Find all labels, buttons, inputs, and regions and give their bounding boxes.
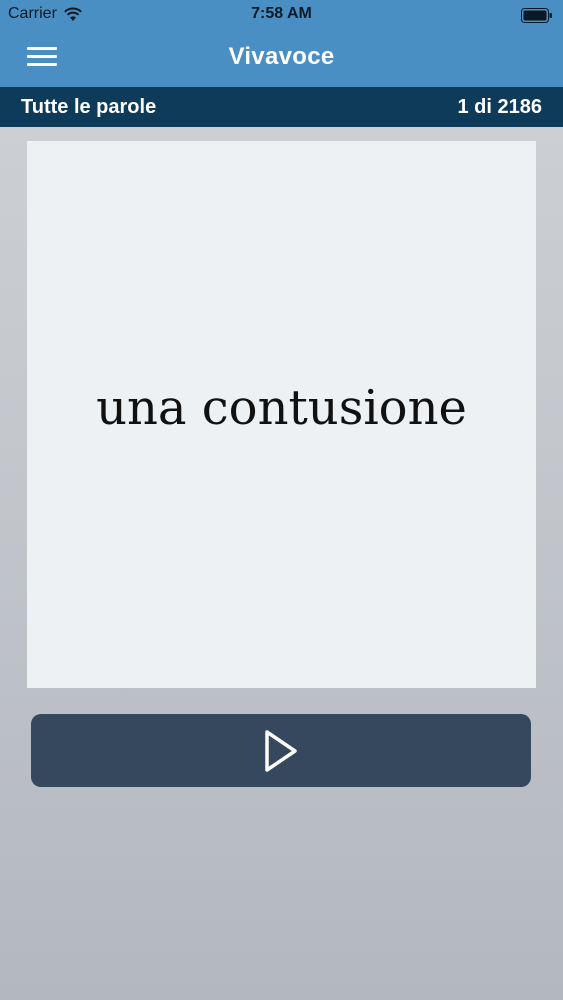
- flashcard-word: una contusione: [96, 379, 467, 436]
- play-audio-button[interactable]: [31, 714, 531, 787]
- battery-icon: [521, 8, 552, 23]
- category-label: Tutte le parole: [21, 96, 157, 118]
- word-counter: 1 di 2186: [457, 96, 542, 118]
- category-bar: Tutte le parole 1 di 2186: [0, 87, 563, 127]
- play-icon: [265, 729, 297, 772]
- app-title: Vivavoce: [228, 43, 335, 70]
- status-time: 7:58 AM: [251, 5, 312, 22]
- nav-bar: Vivavoce: [0, 30, 563, 87]
- status-bar: Carrier 7:58 AM: [0, 0, 563, 30]
- flashcard[interactable]: una contusione: [27, 141, 536, 688]
